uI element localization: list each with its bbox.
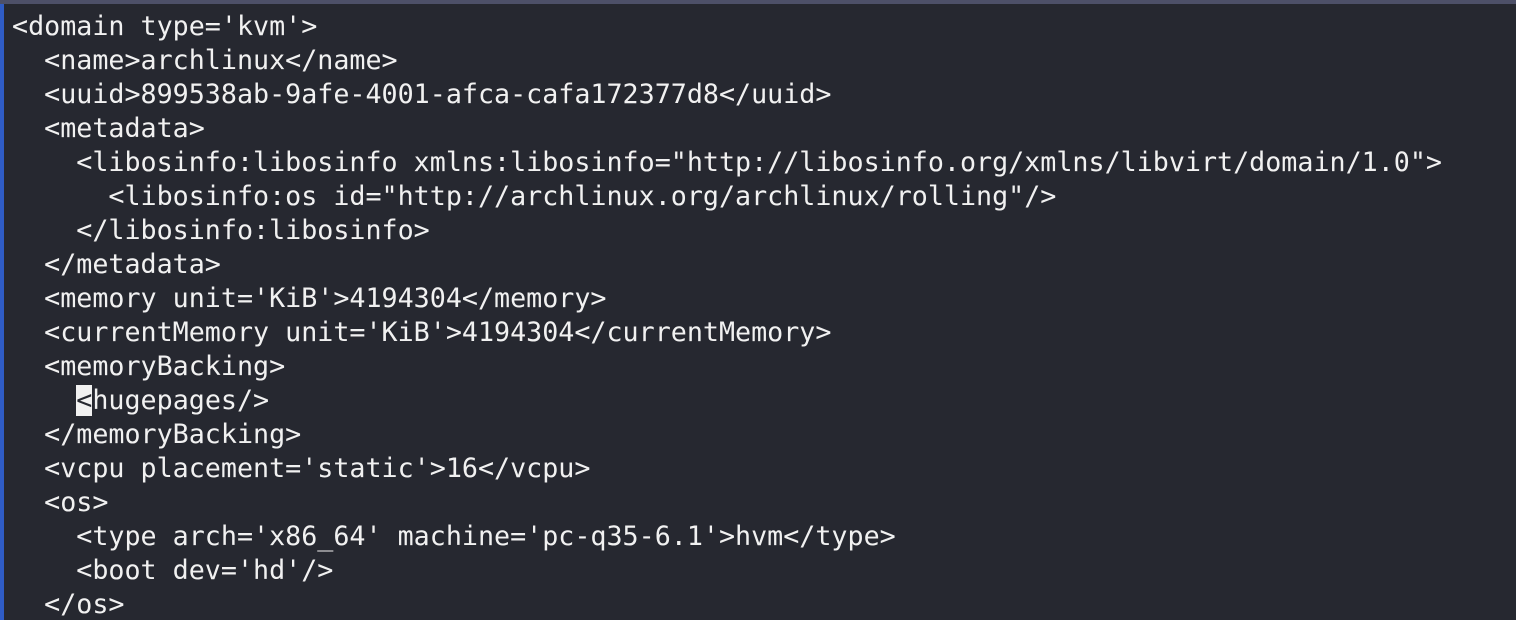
editor-line[interactable]: <memoryBacking>	[12, 350, 1442, 384]
editor-line[interactable]: <boot dev='hd'/>	[12, 554, 1442, 588]
terminal-window[interactable]: <domain type='kvm'> <name>archlinux</nam…	[0, 0, 1516, 620]
editor-line[interactable]: <vcpu placement='static'>16</vcpu>	[12, 452, 1442, 486]
editor-text-area[interactable]: <domain type='kvm'> <name>archlinux</nam…	[12, 10, 1442, 620]
editor-line[interactable]: <memory unit='KiB'>4194304</memory>	[12, 282, 1442, 316]
editor-line[interactable]: </memoryBacking>	[12, 418, 1442, 452]
editor-line[interactable]: <os>	[12, 486, 1442, 520]
editor-line[interactable]: </metadata>	[12, 248, 1442, 282]
editor-line[interactable]: <metadata>	[12, 112, 1442, 146]
editor-line[interactable]: <libosinfo:os id="http://archlinux.org/a…	[12, 180, 1442, 214]
window-left-edge	[0, 4, 4, 620]
editor-line[interactable]: <domain type='kvm'>	[12, 10, 1442, 44]
editor-line[interactable]: </os>	[12, 588, 1442, 620]
editor-line[interactable]: <type arch='x86_64' machine='pc-q35-6.1'…	[12, 520, 1442, 554]
editor-line[interactable]: <name>archlinux</name>	[12, 44, 1442, 78]
editor-line[interactable]: <hugepages/>	[12, 384, 1442, 418]
editor-line[interactable]: <currentMemory unit='KiB'>4194304</curre…	[12, 316, 1442, 350]
editor-line[interactable]: <libosinfo:libosinfo xmlns:libosinfo="ht…	[12, 146, 1442, 180]
editor-line[interactable]: <uuid>899538ab-9afe-4001-afca-cafa172377…	[12, 78, 1442, 112]
text-cursor: <	[76, 385, 93, 416]
editor-line[interactable]: </libosinfo:libosinfo>	[12, 214, 1442, 248]
